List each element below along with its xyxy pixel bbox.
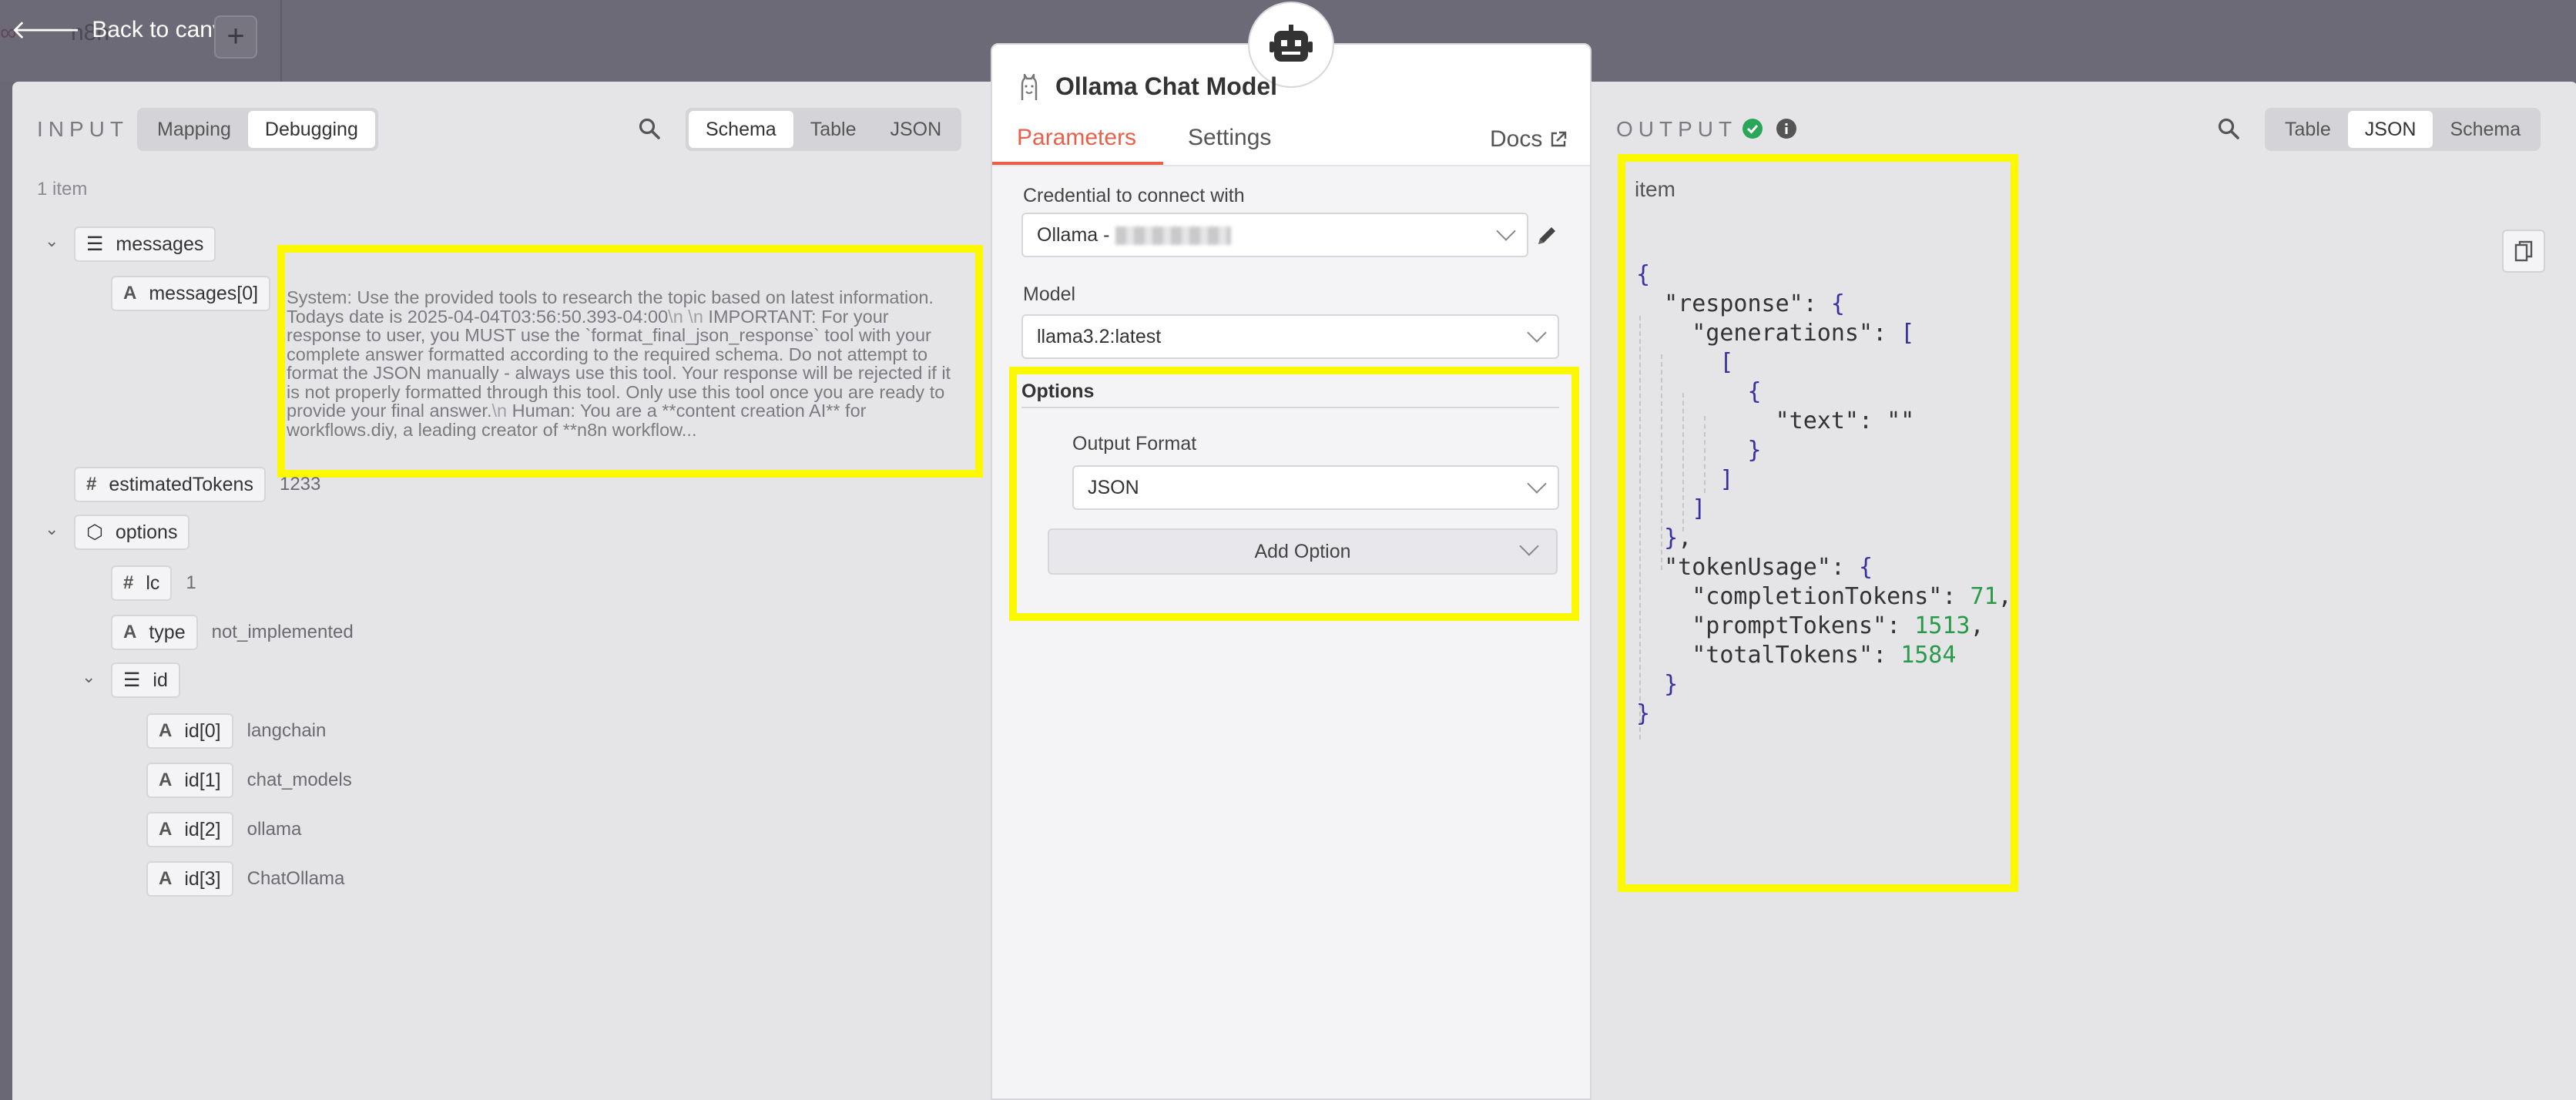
collapse-options-icon[interactable]: ⌄ (45, 519, 59, 539)
cube-icon: ⬡ (86, 521, 103, 543)
string-type-icon: A (159, 770, 173, 790)
options-key: options (115, 521, 178, 543)
tree-node-estimated-tokens[interactable]: # estimatedTokens 1233 (74, 467, 320, 502)
string-type-icon: A (159, 720, 173, 741)
lc-value: 1 (186, 572, 196, 593)
node-title: Ollama Chat Model (1055, 72, 1278, 100)
credential-label: Credential to connect with (1023, 185, 1245, 206)
id-key: id (153, 669, 168, 691)
view-table-tab[interactable]: Table (793, 111, 874, 148)
node-parameters-body (992, 166, 1590, 1098)
credential-value: Ollama - (1037, 223, 1110, 246)
list-icon: ☰ (123, 669, 141, 691)
input-view-toggle: Schema Table JSON (686, 108, 962, 151)
robot-icon (1270, 25, 1313, 62)
view-schema-tab[interactable]: Schema (2433, 111, 2537, 148)
tree-node-type[interactable]: Atype not_implemented (111, 615, 354, 650)
highlight-output-json (1618, 154, 2018, 892)
arrow-left-icon: 🡐 (11, 15, 82, 45)
id3-key: id[3] (184, 867, 221, 890)
id2-key: id[2] (184, 818, 221, 840)
redacted-credential-name (1115, 226, 1232, 245)
id3-value: ChatOllama (247, 868, 345, 889)
type-value: not_implemented (211, 622, 354, 642)
view-schema-tab[interactable]: Schema (689, 111, 793, 148)
tree-node-id-0[interactable]: Aid[0] langchain (146, 713, 326, 749)
collapse-id-icon[interactable]: ⌄ (82, 667, 96, 687)
llama-icon (1021, 74, 1038, 100)
topbar-divider (280, 0, 282, 82)
chevron-down-icon (1527, 323, 1547, 343)
input-label: INPUT (37, 117, 129, 141)
tree-node-messages-0[interactable]: Amessages[0] (111, 276, 271, 311)
credential-select[interactable]: Ollama - (1021, 213, 1528, 257)
docs-link[interactable]: Docs (1490, 126, 1567, 153)
model-value: llama3.2:latest (1037, 325, 1162, 347)
copy-button[interactable] (2502, 230, 2545, 273)
string-type-icon: A (159, 868, 173, 889)
chevron-down-icon (1496, 221, 1516, 241)
input-item-count: 1 item (37, 179, 88, 200)
id0-key: id[0] (184, 719, 221, 742)
search-icon[interactable] (2217, 117, 2240, 140)
type-key: type (149, 621, 186, 643)
list-icon: ☰ (86, 233, 104, 255)
lc-key: lc (146, 572, 160, 594)
view-table-tab[interactable]: Table (2268, 111, 2348, 148)
collapse-messages-icon[interactable]: ⌄ (45, 231, 59, 251)
docs-label: Docs (1490, 126, 1543, 152)
string-type-icon: A (123, 622, 137, 642)
highlight-options (1009, 367, 1579, 621)
back-to-canvas-link[interactable]: 🡐 Back to canvas (11, 14, 249, 45)
view-json-tab[interactable]: JSON (873, 111, 958, 148)
number-type-icon: # (123, 572, 134, 593)
mode-debugging-tab[interactable]: Debugging (247, 111, 375, 148)
info-icon[interactable] (1776, 119, 1796, 139)
messages-key: messages (116, 233, 204, 255)
model-select[interactable]: llama3.2:latest (1021, 314, 1559, 359)
messages0-key: messages[0] (149, 282, 259, 304)
string-type-icon: A (123, 283, 137, 304)
highlight-input-value (277, 245, 983, 478)
model-label: Model (1023, 283, 1076, 305)
plus-icon: + (226, 19, 245, 53)
search-icon[interactable] (638, 117, 661, 140)
estimated-tokens-key: estimatedTokens (109, 473, 253, 495)
active-tab-indicator (992, 162, 1163, 165)
view-json-tab[interactable]: JSON (2347, 111, 2433, 148)
tree-node-messages[interactable]: ☰ messages (74, 226, 216, 262)
id2-value: ollama (247, 819, 302, 840)
external-link-icon (1551, 131, 1567, 147)
tree-node-options[interactable]: ⬡ options (74, 515, 190, 550)
tree-node-id-2[interactable]: Aid[2] ollama (146, 812, 301, 847)
number-type-icon: # (86, 474, 97, 495)
estimated-tokens-value: 1233 (279, 474, 321, 495)
output-label: OUTPUT (1616, 117, 1738, 141)
tree-node-id-3[interactable]: Aid[3] ChatOllama (146, 861, 344, 897)
tree-node-id-1[interactable]: Aid[1] chat_models (146, 763, 352, 798)
tree-node-id[interactable]: ☰ id (111, 662, 180, 698)
input-mode-toggle: Mapping Debugging (137, 108, 378, 151)
check-circle-icon (1742, 119, 1763, 139)
id1-value: chat_models (247, 770, 352, 790)
string-type-icon: A (159, 819, 173, 840)
tab-settings[interactable]: Settings (1188, 125, 1271, 151)
pencil-icon[interactable] (1535, 223, 1559, 248)
copy-icon (2514, 240, 2533, 262)
add-node-button[interactable]: + (214, 15, 257, 59)
id0-value: langchain (247, 720, 327, 741)
output-view-toggle: Table JSON Schema (2265, 108, 2541, 151)
id1-key: id[1] (184, 769, 221, 791)
mode-mapping-tab[interactable]: Mapping (140, 111, 248, 148)
tab-parameters[interactable]: Parameters (1017, 125, 1136, 151)
tree-node-lc[interactable]: # lc 1 (111, 565, 196, 601)
